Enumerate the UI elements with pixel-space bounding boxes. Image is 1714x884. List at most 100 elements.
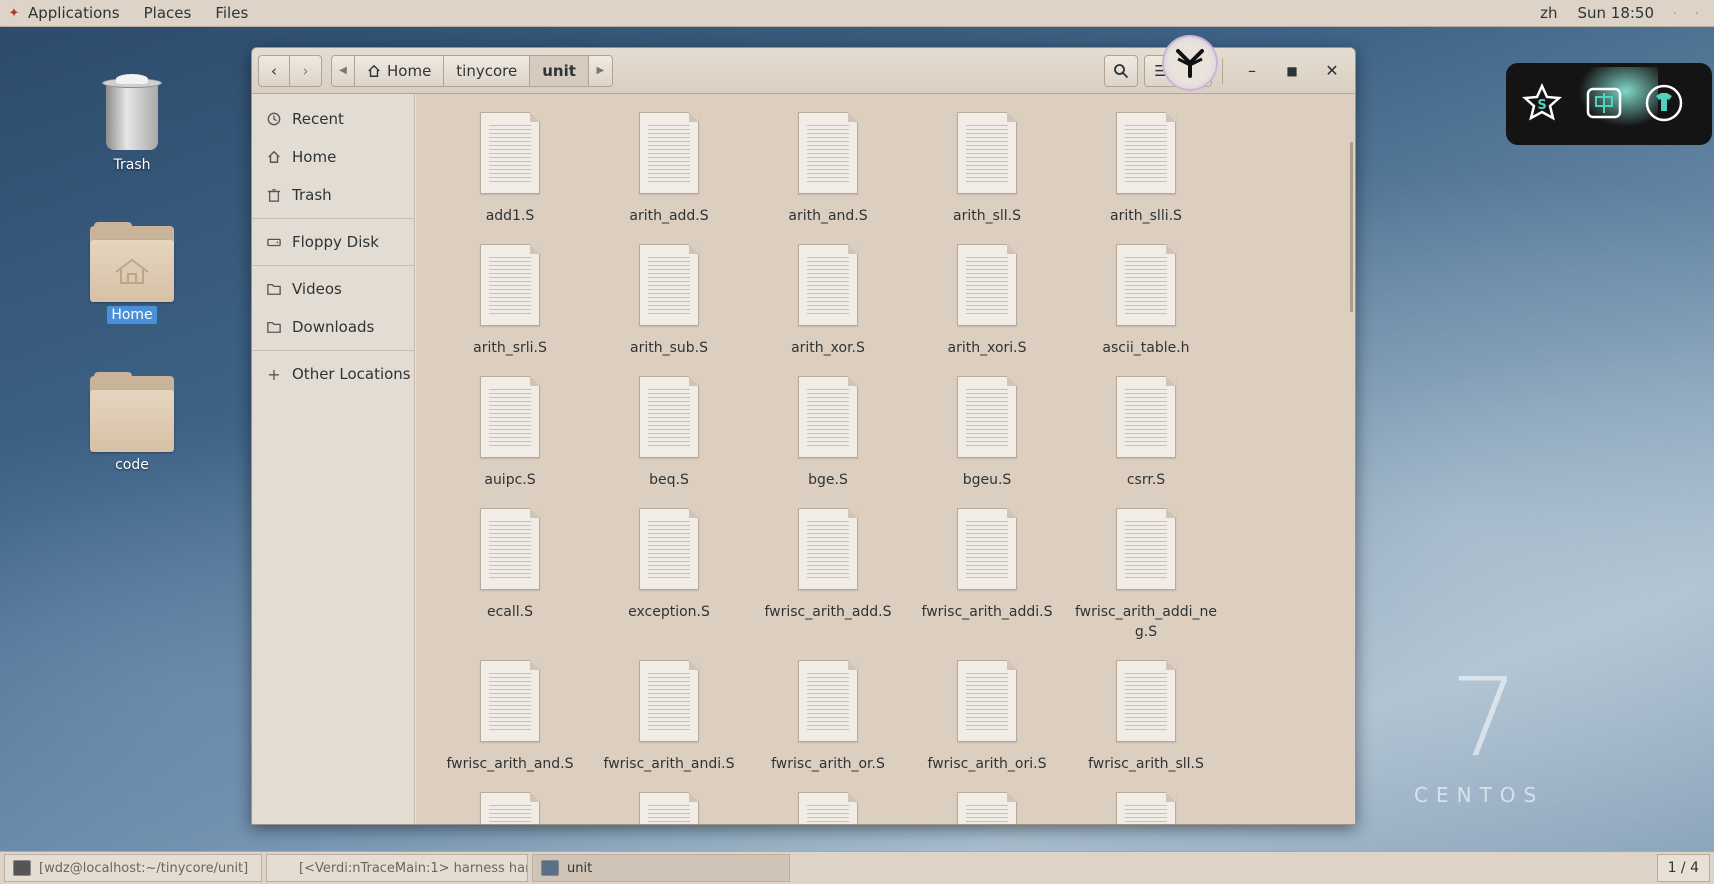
- file-item[interactable]: [435, 792, 585, 824]
- menu-applications[interactable]: Applications: [22, 0, 132, 26]
- desktop-trash-label: Trash: [113, 157, 151, 173]
- file-name: fwrisc_arith_addi_neg.S: [1074, 604, 1218, 640]
- sidebar-item-recent[interactable]: Recent: [252, 100, 414, 138]
- file-item[interactable]: arith_slli.S: [1071, 112, 1221, 226]
- menu-places[interactable]: Places: [132, 0, 204, 26]
- applications-icon: ✦: [8, 5, 20, 21]
- input-method-indicator[interactable]: zh: [1530, 4, 1567, 22]
- file-name: arith_slli.S: [1110, 208, 1182, 224]
- maximize-button[interactable]: ■: [1275, 56, 1309, 86]
- path-tinycore-button[interactable]: tinycore: [444, 54, 531, 87]
- file-item[interactable]: fwrisc_arith_andi.S: [594, 660, 744, 774]
- file-item[interactable]: arith_and.S: [753, 112, 903, 226]
- file-item[interactable]: fwrisc_arith_add.S: [753, 508, 903, 622]
- file-item[interactable]: arith_srli.S: [435, 244, 585, 358]
- task-files-unit[interactable]: unit: [532, 854, 790, 882]
- file-item[interactable]: csrr.S: [1071, 376, 1221, 490]
- file-item[interactable]: bgeu.S: [912, 376, 1062, 490]
- text-document-icon: [1116, 244, 1176, 326]
- file-item[interactable]: arith_xor.S: [753, 244, 903, 358]
- text-document-icon: [1116, 112, 1176, 194]
- file-item[interactable]: [1071, 792, 1221, 824]
- file-item[interactable]: arith_xori.S: [912, 244, 1062, 358]
- file-name: fwrisc_arith_add.S: [764, 604, 892, 620]
- chinese-input-button[interactable]: [1584, 83, 1624, 123]
- text-document-icon: [798, 508, 858, 590]
- forward-button[interactable]: ›: [290, 54, 322, 87]
- text-document-icon: [798, 112, 858, 194]
- sidebar-item-videos[interactable]: Videos: [252, 270, 414, 308]
- close-button[interactable]: ✕: [1315, 56, 1349, 86]
- menu-files[interactable]: Files: [203, 0, 260, 26]
- file-item[interactable]: fwrisc_arith_and.S: [435, 660, 585, 774]
- desktop-home[interactable]: Home: [77, 222, 187, 324]
- task-terminal[interactable]: [wdz@localhost:~/tinycore/unit]: [4, 854, 262, 882]
- file-item[interactable]: arith_sub.S: [594, 244, 744, 358]
- file-item[interactable]: beq.S: [594, 376, 744, 490]
- file-item[interactable]: fwrisc_arith_ori.S: [912, 660, 1062, 774]
- file-name: arith_xor.S: [791, 340, 865, 356]
- workspace-pager[interactable]: 1 / 4: [1656, 854, 1710, 882]
- search-button[interactable]: [1104, 54, 1138, 87]
- file-item[interactable]: fwrisc_arith_or.S: [753, 660, 903, 774]
- sidebar-item-home[interactable]: Home: [252, 138, 414, 176]
- file-item[interactable]: [753, 792, 903, 824]
- file-item[interactable]: [594, 792, 744, 824]
- path-unit-label: unit: [542, 61, 576, 80]
- file-name: ascii_table.h: [1102, 340, 1190, 356]
- task-label: [wdz@localhost:~/tinycore/unit]: [39, 860, 249, 876]
- file-name: bgeu.S: [962, 472, 1012, 488]
- file-item[interactable]: bge.S: [753, 376, 903, 490]
- text-document-icon: [1116, 508, 1176, 590]
- sidebar-item-trash[interactable]: Trash: [252, 176, 414, 214]
- overlay-logo-badge[interactable]: [1162, 35, 1218, 91]
- star-s-button[interactable]: S: [1522, 83, 1562, 123]
- skin-button[interactable]: [1644, 83, 1684, 123]
- volume-muted-icon[interactable]: [1664, 2, 1686, 24]
- file-item[interactable]: ecall.S: [435, 508, 585, 622]
- drive-icon: [266, 234, 282, 250]
- power-icon[interactable]: [1686, 2, 1708, 24]
- file-manager-window: ‹ › ◀ Home tinycore unit ▶ ☰ ≡ – ■ ✕: [251, 47, 1356, 825]
- path-unit-button[interactable]: unit: [530, 54, 589, 87]
- file-item[interactable]: fwrisc_arith_sll.S: [1071, 660, 1221, 774]
- file-item[interactable]: arith_add.S: [594, 112, 744, 226]
- text-document-icon: [798, 660, 858, 742]
- back-button[interactable]: ‹: [258, 54, 290, 87]
- file-item[interactable]: auipc.S: [435, 376, 585, 490]
- minimize-icon: –: [1248, 61, 1256, 80]
- sidebar-item-other-locations[interactable]: + Other Locations: [252, 355, 414, 393]
- text-document-icon: [957, 792, 1017, 824]
- path-scroll-right-button[interactable]: ▶: [588, 54, 613, 87]
- file-item[interactable]: exception.S: [594, 508, 744, 622]
- file-name: fwrisc_arith_addi.S: [921, 604, 1053, 620]
- vertical-scrollbar[interactable]: [1350, 142, 1353, 312]
- task-verdi[interactable]: [<Verdi:nTraceMain:1> harness harne...: [266, 854, 528, 882]
- svg-text:S: S: [1537, 98, 1546, 113]
- path-scroll-left-button[interactable]: ◀: [331, 54, 355, 87]
- sidebar-item-downloads[interactable]: Downloads: [252, 308, 414, 346]
- sidebar-item-floppy-disk[interactable]: Floppy Disk: [252, 223, 414, 261]
- path-home-button[interactable]: Home: [355, 54, 445, 87]
- clock[interactable]: Sun 18:50: [1567, 4, 1664, 22]
- desktop-code[interactable]: code: [77, 372, 187, 474]
- text-document-icon: [639, 376, 699, 458]
- file-item[interactable]: [912, 792, 1062, 824]
- minimize-button[interactable]: –: [1235, 56, 1269, 86]
- file-name: bge.S: [808, 472, 848, 488]
- centos-wordmark: CENTOS: [1414, 783, 1545, 807]
- file-item[interactable]: ascii_table.h: [1071, 244, 1221, 358]
- desktop-home-label: Home: [107, 306, 157, 324]
- file-item[interactable]: arith_sll.S: [912, 112, 1062, 226]
- sidebar-separator: [252, 265, 414, 266]
- file-item[interactable]: add1.S: [435, 112, 585, 226]
- file-name: arith_add.S: [629, 208, 709, 224]
- file-item[interactable]: fwrisc_arith_addi_neg.S: [1071, 508, 1221, 642]
- shirt-icon: [1645, 84, 1683, 122]
- file-item[interactable]: fwrisc_arith_addi.S: [912, 508, 1062, 622]
- home-icon: [266, 149, 282, 165]
- file-manager-icon: [541, 860, 559, 876]
- sidebar-separator: [252, 218, 414, 219]
- ime-icon: [1586, 87, 1622, 119]
- desktop-trash[interactable]: Trash: [77, 74, 187, 174]
